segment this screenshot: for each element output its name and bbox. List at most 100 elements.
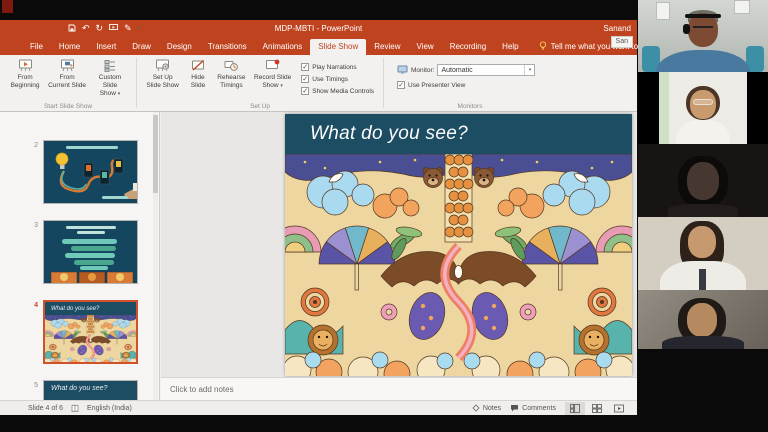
slide-editor-area[interactable]: What do you see?	[161, 112, 637, 377]
thumbnail-image-slide-2[interactable]	[43, 140, 138, 204]
slide-title[interactable]: What do you see?	[285, 114, 632, 154]
monitor-icon	[397, 65, 408, 75]
tab-view[interactable]: View	[409, 39, 442, 55]
set-up-slide-show-button[interactable]: Set Up Slide Show	[142, 58, 183, 101]
ribbon-tab-bar: File Home Insert Draw Design Transitions…	[0, 37, 637, 55]
checkbox-checked-icon: ✓	[301, 63, 309, 71]
scrollbar-thumb[interactable]	[153, 115, 158, 193]
lightbulb-icon	[539, 41, 547, 51]
headset-icon	[685, 14, 721, 18]
present-icon[interactable]	[109, 24, 118, 34]
participant-video-1[interactable]	[638, 0, 768, 72]
participant-face	[688, 226, 716, 258]
tab-home[interactable]: Home	[51, 39, 88, 55]
thumbnail-scrollbar[interactable]	[153, 112, 158, 400]
undo-icon[interactable]: ↶	[82, 24, 90, 33]
rehearse-timings-button[interactable]: Rehearse Timings	[213, 58, 250, 101]
participant-tie	[699, 269, 706, 290]
thumbnail-image-slide-5[interactable]: What do you see?	[43, 380, 138, 400]
pen-icon[interactable]: ✎	[124, 24, 132, 33]
share-popup: San	[611, 36, 633, 48]
view-normal-icon	[570, 404, 580, 413]
group-set-up: Set Up Slide Show Hide Slide Rehearse Ti…	[137, 55, 383, 111]
thumbnail-slide-3[interactable]: 3	[26, 220, 138, 284]
group-label-start-slide-show: Start Slide Show	[0, 103, 136, 110]
tab-insert[interactable]: Insert	[88, 39, 124, 55]
notes-placeholder: Click to add notes	[170, 385, 234, 394]
meeting-app-badge	[2, 0, 13, 13]
use-presenter-view-checkbox[interactable]: ✓ Use Presenter View	[397, 81, 535, 89]
thumbnail-slide-4-selected[interactable]: 4 What do you see?	[26, 300, 138, 364]
headset-earcup	[683, 24, 690, 34]
slide-canvas[interactable]: What do you see?	[285, 114, 632, 376]
title-bar: ↶ ↻ ✎ ▾ MDP-MBTI - PowerPoint Sanand	[0, 20, 637, 37]
slide-thumbnail-panel: 2	[0, 112, 160, 400]
from-current-icon	[60, 59, 75, 72]
qat-dropdown-icon[interactable]: ▾	[138, 26, 141, 31]
glasses	[693, 26, 713, 31]
record-slide-show-button[interactable]: Record Slide Show ▾	[250, 58, 295, 101]
background-plant	[659, 72, 669, 144]
powerpoint-window: ↶ ↻ ✎ ▾ MDP-MBTI - PowerPoint Sanand San…	[0, 20, 637, 415]
group-label-set-up: Set Up	[137, 103, 383, 110]
notes-icon	[472, 404, 480, 412]
tab-recording[interactable]: Recording	[442, 39, 494, 55]
slide-illustration[interactable]	[285, 154, 632, 376]
custom-show-icon	[103, 59, 117, 72]
participant-video-3[interactable]	[638, 144, 768, 217]
tab-slide-show[interactable]: Slide Show	[310, 39, 366, 55]
view-slide-sorter-button[interactable]	[587, 402, 607, 415]
slide3-art	[44, 221, 138, 284]
status-bar: Slide 4 of 6 English (India) Notes Comme…	[0, 400, 637, 415]
participant-video-2[interactable]	[638, 72, 768, 144]
group-start-slide-show: From Beginning From Current Slide Custom…	[0, 55, 136, 111]
rehearse-icon	[224, 59, 238, 72]
thumbnail-image-slide-3[interactable]	[43, 220, 138, 284]
ribbon: From Beginning From Current Slide Custom…	[0, 55, 637, 112]
notes-button[interactable]: Notes	[472, 404, 501, 412]
notes-pane[interactable]: Click to add notes	[161, 377, 637, 400]
view-normal-button[interactable]	[565, 402, 585, 415]
setup-checkboxes: ✓ Play Narrations ✓ Use Timings ✓ Show M…	[295, 58, 378, 101]
from-beginning-button[interactable]: From Beginning	[5, 58, 45, 101]
tab-draw[interactable]: Draw	[124, 39, 159, 55]
save-icon[interactable]	[68, 24, 76, 34]
thumb4-title: What do you see?	[45, 302, 136, 315]
tab-design[interactable]: Design	[159, 39, 200, 55]
view-slideshow-button[interactable]	[609, 402, 629, 415]
monitor-select[interactable]: Automatic ▾	[437, 64, 535, 76]
tab-transitions[interactable]: Transitions	[200, 39, 255, 55]
use-timings-checkbox[interactable]: ✓ Use Timings	[301, 75, 374, 83]
show-media-controls-checkbox[interactable]: ✓ Show Media Controls	[301, 87, 374, 95]
glasses	[693, 99, 713, 105]
tab-help[interactable]: Help	[494, 39, 526, 55]
thumbnail-slide-5[interactable]: 5 What do you see?	[26, 380, 138, 400]
slide4-art	[45, 315, 136, 363]
group-label-monitors: Monitors	[384, 103, 556, 110]
redo-icon[interactable]: ↻	[96, 24, 104, 33]
thumb5-title: What do you see?	[44, 381, 137, 400]
play-narrations-checkbox[interactable]: ✓ Play Narrations	[301, 63, 374, 71]
window-title: MDP-MBTI - PowerPoint	[275, 24, 363, 33]
setup-show-icon	[155, 59, 170, 72]
proofing-icon[interactable]	[71, 404, 79, 413]
thumbnail-image-slide-4[interactable]: What do you see?	[43, 300, 138, 364]
view-reading-icon	[614, 404, 624, 413]
account-name[interactable]: Sanand	[603, 24, 631, 33]
language-indicator[interactable]: English (India)	[87, 405, 132, 412]
tab-animations[interactable]: Animations	[255, 39, 311, 55]
checkbox-checked-icon: ✓	[301, 75, 309, 83]
comments-button[interactable]: Comments	[510, 404, 556, 412]
custom-slide-show-button[interactable]: Custom Slide Show ▾	[89, 58, 131, 101]
slide-indicator: Slide 4 of 6	[28, 405, 63, 412]
participant-video-5[interactable]	[638, 290, 768, 363]
thumbnail-slide-2[interactable]: 2	[26, 140, 138, 204]
from-current-slide-button[interactable]: From Current Slide	[45, 58, 89, 101]
participant-video-4[interactable]	[638, 217, 768, 290]
tab-file[interactable]: File	[22, 39, 51, 55]
background-paper	[656, 2, 670, 20]
hide-slide-button[interactable]: Hide Slide	[183, 58, 212, 101]
tab-review[interactable]: Review	[366, 39, 408, 55]
select-dropdown-icon: ▾	[524, 65, 534, 75]
participant-face	[687, 162, 719, 200]
